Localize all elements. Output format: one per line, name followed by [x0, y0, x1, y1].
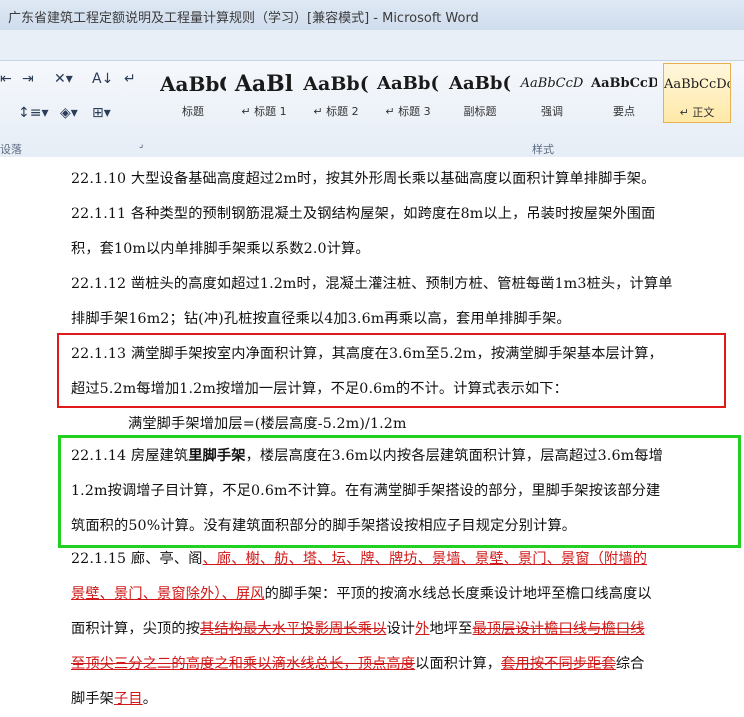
paragraph-22-1-13: 22.1.13 满堂脚手架按室内净面积计算，其高度在3.6m至5.2m，按满堂脚…	[71, 346, 663, 432]
ribbon: ⇤ ⇥ ✕▾ A↓ ↵ ↕≡▾ ◈▾ ⊞▾ 设落 ⌟ AaBbC( 标题 AaB…	[0, 60, 744, 158]
paragraph-22-1-10: 22.1.10 大型设备基础高度超过2m时，按其外形周长乘以基础高度以面积计算单…	[71, 171, 656, 187]
style-strong[interactable]: AaBbCcD 要点	[591, 69, 657, 121]
paragraph-group-label: 设落	[0, 143, 22, 156]
increase-indent-icon[interactable]: ⇥	[22, 71, 34, 87]
line-spacing-icon[interactable]: ↕≡▾	[18, 105, 49, 121]
style-heading-1[interactable]: AaBl ↵ 标题 1	[231, 69, 297, 121]
dialog-launcher-icon[interactable]: ⌟	[139, 140, 143, 150]
document-page[interactable]: 22.1.10 大型设备基础高度超过2m时，按其外形周长乘以基础高度以面积计算单…	[0, 157, 744, 707]
decrease-indent-icon[interactable]: ⇤	[0, 71, 12, 87]
borders-icon[interactable]: ⊞▾	[92, 105, 111, 121]
style-normal[interactable]: AaBbCcDc ↵ 正文	[663, 63, 731, 123]
ribbon-tabs-area	[0, 30, 744, 60]
sort-icon[interactable]: A↓	[92, 71, 113, 87]
show-marks-icon[interactable]: ↵	[124, 71, 136, 87]
styles-group-label: 样式	[532, 143, 554, 156]
title-bar: 广东省建筑工程定额说明及工程量计算规则（学习）[兼容模式] - Microsof…	[0, 0, 744, 31]
chinese-layout-icon[interactable]: ✕▾	[54, 71, 73, 87]
style-emphasis[interactable]: AaBbCcD 强调	[519, 69, 585, 121]
style-heading-2[interactable]: AaBb( ↵ 标题 2	[303, 69, 369, 121]
window-title: 广东省建筑工程定额说明及工程量计算规则（学习）[兼容模式] - Microsof…	[8, 11, 479, 26]
style-subtitle[interactable]: AaBb( 副标题	[447, 69, 513, 121]
paragraph-22-1-11: 22.1.11 各种类型的预制钢筋混凝土及钢结构屋架，如跨度在8m以上，吊装时按…	[71, 206, 656, 257]
paragraph-22-1-15: 22.1.15 廊、亭、阁、廊、榭、舫、塔、坛、牌、牌坊、景墙、景壁、景门、景窗…	[71, 551, 652, 707]
style-title[interactable]: AaBbC( 标题	[160, 69, 226, 121]
paragraph-22-1-14: 22.1.14 房屋建筑里脚手架，楼层高度在3.6m以内按各层建筑面积计算，层高…	[71, 448, 663, 534]
shading-icon[interactable]: ◈▾	[60, 105, 78, 121]
style-heading-3[interactable]: AaBb( ↵ 标题 3	[375, 69, 441, 121]
paragraph-22-1-12: 22.1.12 凿桩头的高度如超过1.2m时，混凝土灌注桩、预制方桩、管桩每凿1…	[71, 276, 673, 327]
